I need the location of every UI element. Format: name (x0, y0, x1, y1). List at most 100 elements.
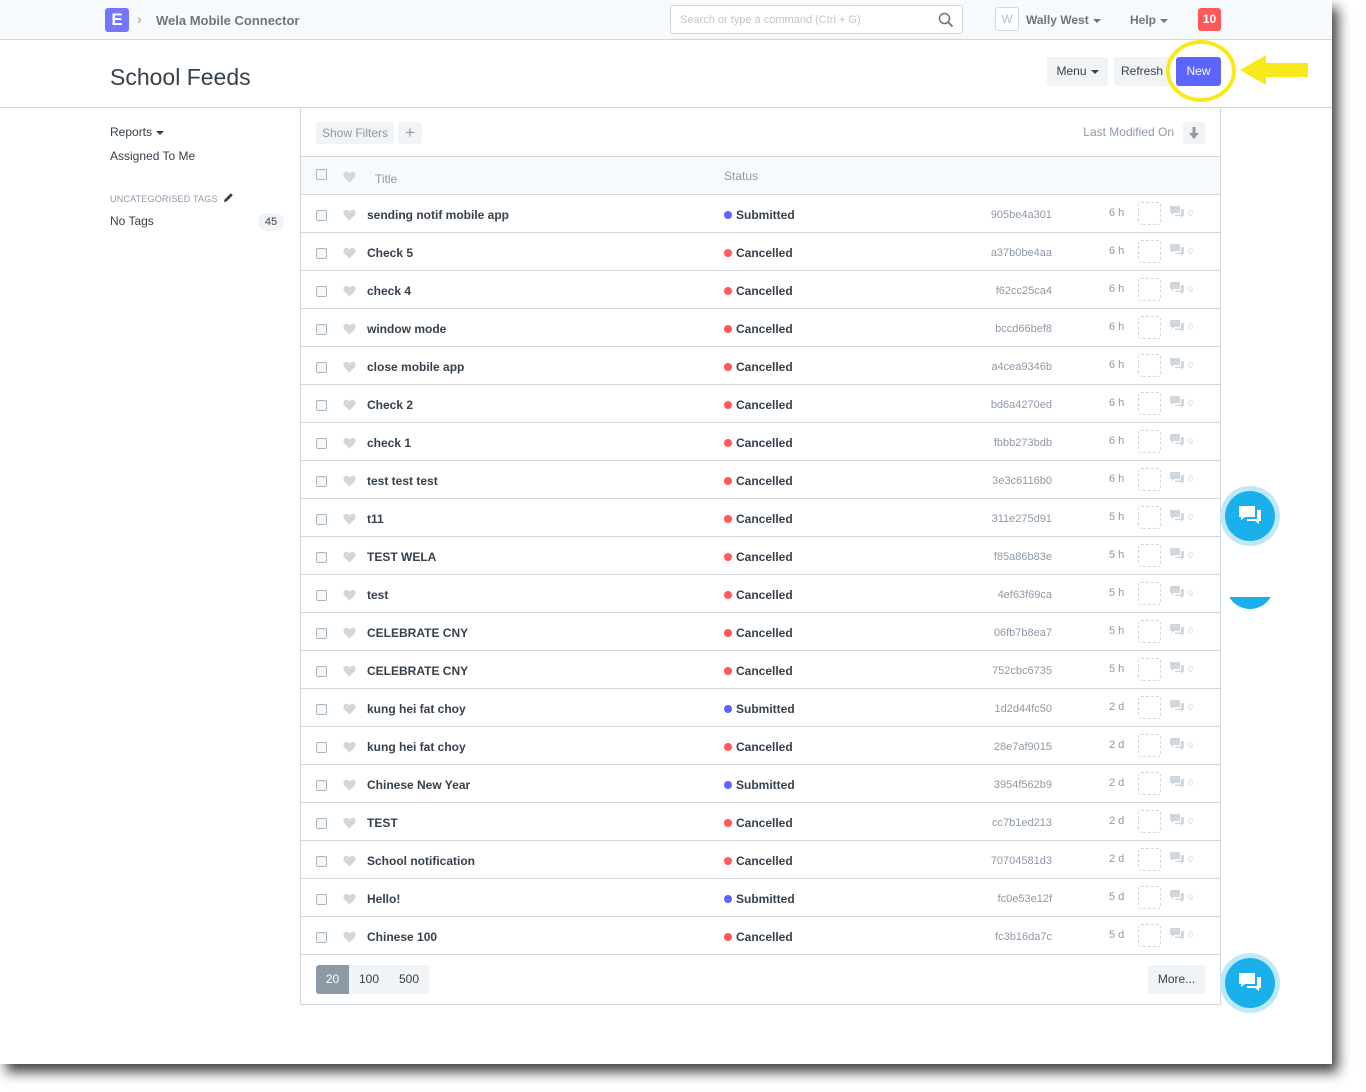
breadcrumb-app[interactable]: Wela Mobile Connector (156, 13, 300, 28)
row-id[interactable]: f62cc25ca4 (996, 285, 1052, 297)
row-checkbox[interactable] (316, 704, 327, 715)
row-id[interactable]: 752cbc6735 (992, 665, 1052, 677)
list-row[interactable]: Chinese New Year Submitted 3954f562b9 2 d 0 (301, 765, 1220, 803)
row-id[interactable]: 28e7af9015 (994, 741, 1052, 753)
row-checkbox[interactable] (316, 438, 327, 449)
sort-order-button[interactable] (1183, 122, 1205, 144)
list-row[interactable]: CELEBRATE CNY Cancelled 06fb7b8ea7 5 h 0 (301, 613, 1220, 651)
row-id[interactable]: 3e3c6116b0 (992, 475, 1052, 487)
list-row[interactable]: check 4 Cancelled f62cc25ca4 6 h 0 (301, 271, 1220, 309)
heart-icon[interactable] (343, 513, 356, 525)
heart-icon[interactable] (343, 779, 356, 791)
row-id[interactable]: 905be4a301 (991, 209, 1052, 221)
assign-avatar-placeholder[interactable] (1138, 924, 1161, 947)
row-title[interactable]: Check 2 (367, 398, 413, 412)
heart-icon[interactable] (343, 171, 356, 183)
heart-icon[interactable] (343, 475, 356, 487)
row-title[interactable]: check 1 (367, 436, 411, 450)
row-id[interactable]: fbbb273bdb (994, 437, 1052, 449)
assign-avatar-placeholder[interactable] (1138, 278, 1161, 301)
row-id[interactable]: 1d2d44fc50 (995, 703, 1053, 715)
list-row[interactable]: Chinese 100 Cancelled fc3b16da7c 5 d 0 (301, 917, 1220, 955)
assign-avatar-placeholder[interactable] (1138, 240, 1161, 263)
row-title[interactable]: kung hei fat choy (367, 702, 466, 716)
row-title[interactable]: Hello! (367, 892, 400, 906)
assign-avatar-placeholder[interactable] (1138, 658, 1161, 681)
heart-icon[interactable] (343, 209, 356, 221)
row-title[interactable]: Chinese New Year (367, 778, 470, 792)
row-checkbox[interactable] (316, 514, 327, 525)
row-id[interactable]: bccd66bef8 (995, 323, 1052, 335)
heart-icon[interactable] (343, 627, 356, 639)
user-menu[interactable]: Wally West (1026, 13, 1101, 27)
assign-avatar-placeholder[interactable] (1138, 392, 1161, 415)
row-title[interactable]: CELEBRATE CNY (367, 626, 468, 640)
assign-avatar-placeholder[interactable] (1138, 848, 1161, 871)
row-checkbox[interactable] (316, 362, 327, 373)
row-checkbox[interactable] (316, 780, 327, 791)
row-title[interactable]: kung hei fat choy (367, 740, 466, 754)
search-input[interactable] (671, 6, 926, 33)
assign-avatar-placeholder[interactable] (1138, 202, 1161, 225)
row-title[interactable]: sending notif mobile app (367, 208, 509, 222)
row-checkbox[interactable] (316, 590, 327, 601)
row-id[interactable]: fc0e53e12f (998, 893, 1052, 905)
assign-avatar-placeholder[interactable] (1138, 886, 1161, 909)
add-filter-button[interactable]: + (398, 122, 422, 144)
row-title[interactable]: close mobile app (367, 360, 464, 374)
show-filters-button[interactable]: Show Filters (316, 122, 395, 144)
row-id[interactable]: 70704581d3 (991, 855, 1052, 867)
assign-avatar-placeholder[interactable] (1138, 468, 1161, 491)
assign-avatar-placeholder[interactable] (1138, 316, 1161, 339)
row-checkbox[interactable] (316, 210, 327, 221)
row-checkbox[interactable] (316, 932, 327, 943)
row-title[interactable]: School notification (367, 854, 475, 868)
list-row[interactable]: test test test Cancelled 3e3c6116b0 6 h 0 (301, 461, 1220, 499)
row-checkbox[interactable] (316, 628, 327, 639)
heart-icon[interactable] (343, 855, 356, 867)
row-checkbox[interactable] (316, 286, 327, 297)
heart-icon[interactable] (343, 931, 356, 943)
list-row[interactable]: Hello! Submitted fc0e53e12f 5 d 0 (301, 879, 1220, 917)
row-checkbox[interactable] (316, 552, 327, 563)
row-id[interactable]: 311e275d91 (992, 513, 1052, 525)
row-title[interactable]: check 4 (367, 284, 411, 298)
list-row[interactable]: check 1 Cancelled fbbb273bdb 6 h 0 (301, 423, 1220, 461)
row-id[interactable]: 3954f562b9 (994, 779, 1052, 791)
row-title[interactable]: test test test (367, 474, 438, 488)
sidebar-assigned-to-me[interactable]: Assigned To Me (110, 149, 195, 163)
sort-selector[interactable]: Last Modified On (1083, 125, 1174, 139)
row-id[interactable]: a4cea9346b (991, 361, 1052, 373)
row-checkbox[interactable] (316, 476, 327, 487)
list-row[interactable]: kung hei fat choy Submitted 1d2d44fc50 2 d 0 (301, 689, 1220, 727)
heart-icon[interactable] (343, 817, 356, 829)
list-row[interactable]: Check 5 Cancelled a37b0be4aa 6 h 0 (301, 233, 1220, 271)
list-row[interactable]: t11 Cancelled 311e275d91 5 h 0 (301, 499, 1220, 537)
row-checkbox[interactable] (316, 894, 327, 905)
row-id[interactable]: bd6a4270ed (991, 399, 1052, 411)
heart-icon[interactable] (343, 437, 356, 449)
row-checkbox[interactable] (316, 742, 327, 753)
assign-avatar-placeholder[interactable] (1138, 734, 1161, 757)
assign-avatar-placeholder[interactable] (1138, 354, 1161, 377)
row-title[interactable]: test (367, 588, 388, 602)
row-checkbox[interactable] (316, 818, 327, 829)
list-row[interactable]: kung hei fat choy Cancelled 28e7af9015 2 d 0 (301, 727, 1220, 765)
row-title[interactable]: Chinese 100 (367, 930, 437, 944)
row-checkbox[interactable] (316, 856, 327, 867)
notification-badge[interactable]: 10 (1198, 8, 1221, 31)
assign-avatar-placeholder[interactable] (1138, 810, 1161, 833)
heart-icon[interactable] (343, 361, 356, 373)
assign-avatar-placeholder[interactable] (1138, 544, 1161, 567)
avatar[interactable]: W (995, 7, 1019, 31)
heart-icon[interactable] (343, 665, 356, 677)
sidebar-no-tags[interactable]: No Tags (110, 214, 154, 228)
heart-icon[interactable] (343, 703, 356, 715)
heart-icon[interactable] (343, 247, 356, 259)
list-row[interactable]: close mobile app Cancelled a4cea9346b 6 h 0 (301, 347, 1220, 385)
page-size-100[interactable]: 100 (349, 965, 389, 994)
heart-icon[interactable] (343, 399, 356, 411)
page-size-500[interactable]: 500 (389, 965, 429, 994)
row-id[interactable]: 4ef63f69ca (998, 589, 1052, 601)
list-row[interactable]: test Cancelled 4ef63f69ca 5 h 0 (301, 575, 1220, 613)
